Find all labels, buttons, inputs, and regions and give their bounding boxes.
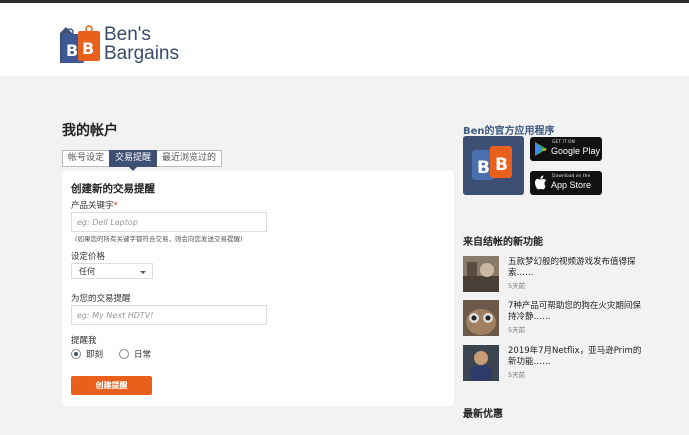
radio-daily-label[interactable]: 日常 bbox=[134, 348, 151, 360]
news-title[interactable]: 五款梦幻般的视频游戏发布值得探索…… bbox=[508, 257, 648, 279]
google-play-button[interactable]: GET IT ON Google Play bbox=[530, 137, 602, 161]
brand-name[interactable]: Ben's Bargains bbox=[104, 25, 179, 63]
required-mark: * bbox=[113, 201, 118, 211]
news-time: 5天前 bbox=[508, 326, 526, 334]
news-time: 5天前 bbox=[508, 282, 526, 290]
form-title: 创建新的交易提醒 bbox=[71, 183, 155, 195]
app-logo-icon[interactable]: B B bbox=[463, 136, 524, 195]
svg-text:B: B bbox=[66, 41, 78, 60]
tab-deal-alerts[interactable]: 交易提醒 bbox=[109, 150, 158, 171]
list-item[interactable]: 2019年7月Netflix，亚马逊Prim的新功能…… 5天前 bbox=[463, 345, 653, 383]
tab-account-settings[interactable]: 帐号设定 bbox=[62, 150, 111, 167]
account-tabs: 帐号设定 交易提醒 最近浏览过的 bbox=[62, 150, 223, 171]
app-store-button[interactable]: Download on the App Store bbox=[530, 171, 602, 195]
list-item[interactable]: 五款梦幻般的视频游戏发布值得探索…… 5天前 bbox=[463, 256, 653, 294]
chevron-down-icon bbox=[140, 271, 146, 274]
latest-deals-title: 最新优惠 bbox=[463, 409, 503, 420]
price-label: 设定价格 bbox=[71, 252, 106, 262]
news-thumbnail-image bbox=[463, 345, 499, 381]
remind-label: 提醒我 bbox=[71, 336, 97, 346]
keyword-label: 产品关键字* bbox=[71, 199, 118, 211]
site-header: B B Ben's Bargains bbox=[0, 3, 689, 76]
svg-text:B: B bbox=[477, 158, 490, 178]
google-play-icon bbox=[535, 142, 547, 156]
blog-section-title: 来自结帐的新功能 bbox=[463, 237, 543, 248]
news-title[interactable]: 2019年7月Netflix，亚马逊Prim的新功能…… bbox=[508, 346, 648, 368]
news-thumbnail-image bbox=[463, 300, 499, 336]
alert-name-input[interactable]: eg: My Next HDTV! bbox=[71, 305, 267, 325]
apple-icon bbox=[535, 175, 547, 190]
radio-instant-label[interactable]: 即刻 bbox=[86, 348, 103, 360]
price-select-value: 任何 bbox=[79, 267, 95, 276]
news-thumbnail-image bbox=[463, 256, 499, 292]
keyword-hint: (如果您的所有关键字都符合交易，则会向您发送交易提醒) bbox=[75, 235, 243, 243]
google-play-small-text: GET IT ON bbox=[552, 140, 575, 145]
keyword-label-text: 产品关键字 bbox=[71, 201, 114, 211]
price-select[interactable]: 任何 bbox=[71, 263, 153, 279]
tab-recently-viewed[interactable]: 最近浏览过的 bbox=[156, 150, 223, 167]
radio-instant[interactable] bbox=[71, 349, 81, 359]
brand-name-line2: Bargains bbox=[104, 43, 179, 64]
svg-text:B: B bbox=[82, 39, 94, 58]
bens-bargains-logo-icon[interactable]: B B bbox=[58, 25, 102, 65]
remind-options: 即刻 日常 bbox=[71, 348, 167, 360]
app-store-text: App Store bbox=[551, 180, 592, 190]
create-alert-button[interactable]: 创建提醒 bbox=[71, 376, 152, 395]
app-store-small-text: Download on the bbox=[552, 174, 591, 179]
svg-text:B: B bbox=[495, 155, 508, 175]
radio-daily[interactable] bbox=[119, 349, 130, 359]
deal-alert-form-card: 创建新的交易提醒 产品关键字* eg: Dell Laptop (如果您的所有关… bbox=[62, 171, 454, 406]
list-item[interactable]: 7种产品可帮助您的狗在火灾期间保持冷静…… 5天前 bbox=[463, 300, 653, 338]
brand-name-line1: Ben's bbox=[104, 24, 151, 45]
google-play-text: Google Play bbox=[551, 146, 601, 156]
alert-name-label: 为您的交易提醒 bbox=[71, 294, 131, 304]
page-title: 我的帐户 bbox=[62, 123, 118, 139]
keyword-input[interactable]: eg: Dell Laptop bbox=[71, 212, 267, 232]
app-section-title: Ben的官方应用程序 bbox=[463, 126, 555, 137]
news-title[interactable]: 7种产品可帮助您的狗在火灾期间保持冷静…… bbox=[508, 301, 648, 323]
news-time: 5天前 bbox=[508, 371, 526, 379]
